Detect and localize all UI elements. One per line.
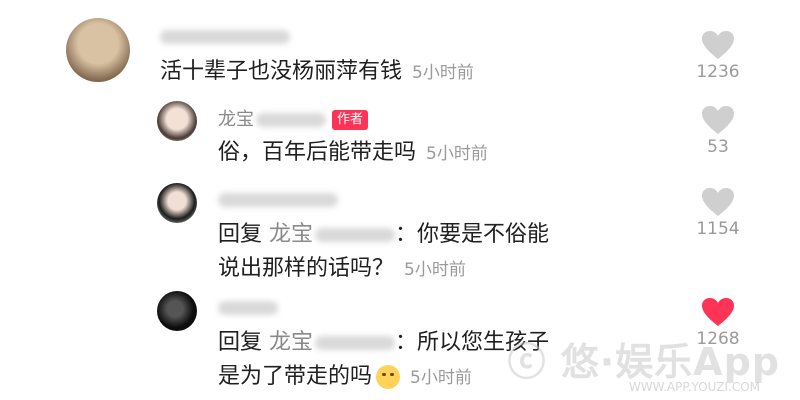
reply-prefix: 回复 <box>218 222 263 247</box>
comment-text: 回复 龙宝 ：你要是不俗能 <box>218 217 549 253</box>
watermark: ⓒ 悠·娱乐App <box>507 340 780 384</box>
watermark-url: WWW.APP.YOUZI.COM <box>628 380 760 394</box>
like-count: 1154 <box>696 219 740 239</box>
comment-time: 5小时前 <box>410 368 472 388</box>
comment-text: 俗，百年后能带走吗 5小时前 <box>218 135 488 172</box>
heart-icon <box>702 31 734 59</box>
comment-text: 回复 龙宝 ：所以您生孩子 <box>218 325 549 361</box>
comment-time: 5小时前 <box>412 63 474 83</box>
author-name-text: 龙宝 <box>218 109 254 130</box>
reply-mention[interactable]: 龙宝 <box>269 222 396 247</box>
comment-1: 活十辈子也没杨丽萍有钱 5小时前 1236 <box>0 0 800 95</box>
username-blurred[interactable] <box>218 297 278 318</box>
username-blurred[interactable] <box>160 26 290 47</box>
like-count: 53 <box>707 137 729 157</box>
comment-text: 活十辈子也没杨丽萍有钱 5小时前 <box>160 54 474 91</box>
comment-body-line1: ：你要是不俗能 <box>395 222 550 247</box>
author-name[interactable]: 龙宝 作者 <box>218 105 369 131</box>
heart-icon <box>702 106 734 134</box>
comment-body-line2: 是为了带走的吗 <box>218 364 373 389</box>
reply-mention[interactable]: 龙宝 <box>269 330 396 355</box>
comment-2: 龙宝 作者 俗，百年后能带走吗 5小时前 53 <box>0 95 800 175</box>
like-count: 1236 <box>696 62 740 82</box>
comment-3: 回复 龙宝 ：你要是不俗能 说出那样的话吗？ 5小时前 1154 <box>0 175 800 285</box>
comment-text-line2: 说出那样的话吗？ 5小时前 <box>218 251 466 288</box>
comment-body-line2: 说出那样的话吗？ <box>218 256 395 281</box>
relieved-face-icon <box>376 365 401 389</box>
comment-body: 活十辈子也没杨丽萍有钱 <box>160 59 403 84</box>
comment-time: 5小时前 <box>404 260 466 280</box>
avatar[interactable] <box>157 291 197 331</box>
heart-icon <box>702 298 734 326</box>
username-blurred[interactable] <box>218 189 338 210</box>
comment-text-line2: 是为了带走的吗 5小时前 <box>218 359 472 396</box>
avatar[interactable] <box>157 101 197 141</box>
like-button[interactable]: 53 <box>688 105 748 157</box>
reply-prefix: 回复 <box>218 330 263 355</box>
heart-icon <box>702 188 734 216</box>
avatar[interactable] <box>66 18 130 82</box>
like-button[interactable]: 1154 <box>688 187 748 239</box>
author-badge: 作者 <box>332 110 369 130</box>
comment-time: 5小时前 <box>426 144 488 164</box>
avatar[interactable] <box>157 183 197 223</box>
like-button[interactable]: 1236 <box>688 30 748 82</box>
comment-body: 俗，百年后能带走吗 <box>218 140 417 165</box>
